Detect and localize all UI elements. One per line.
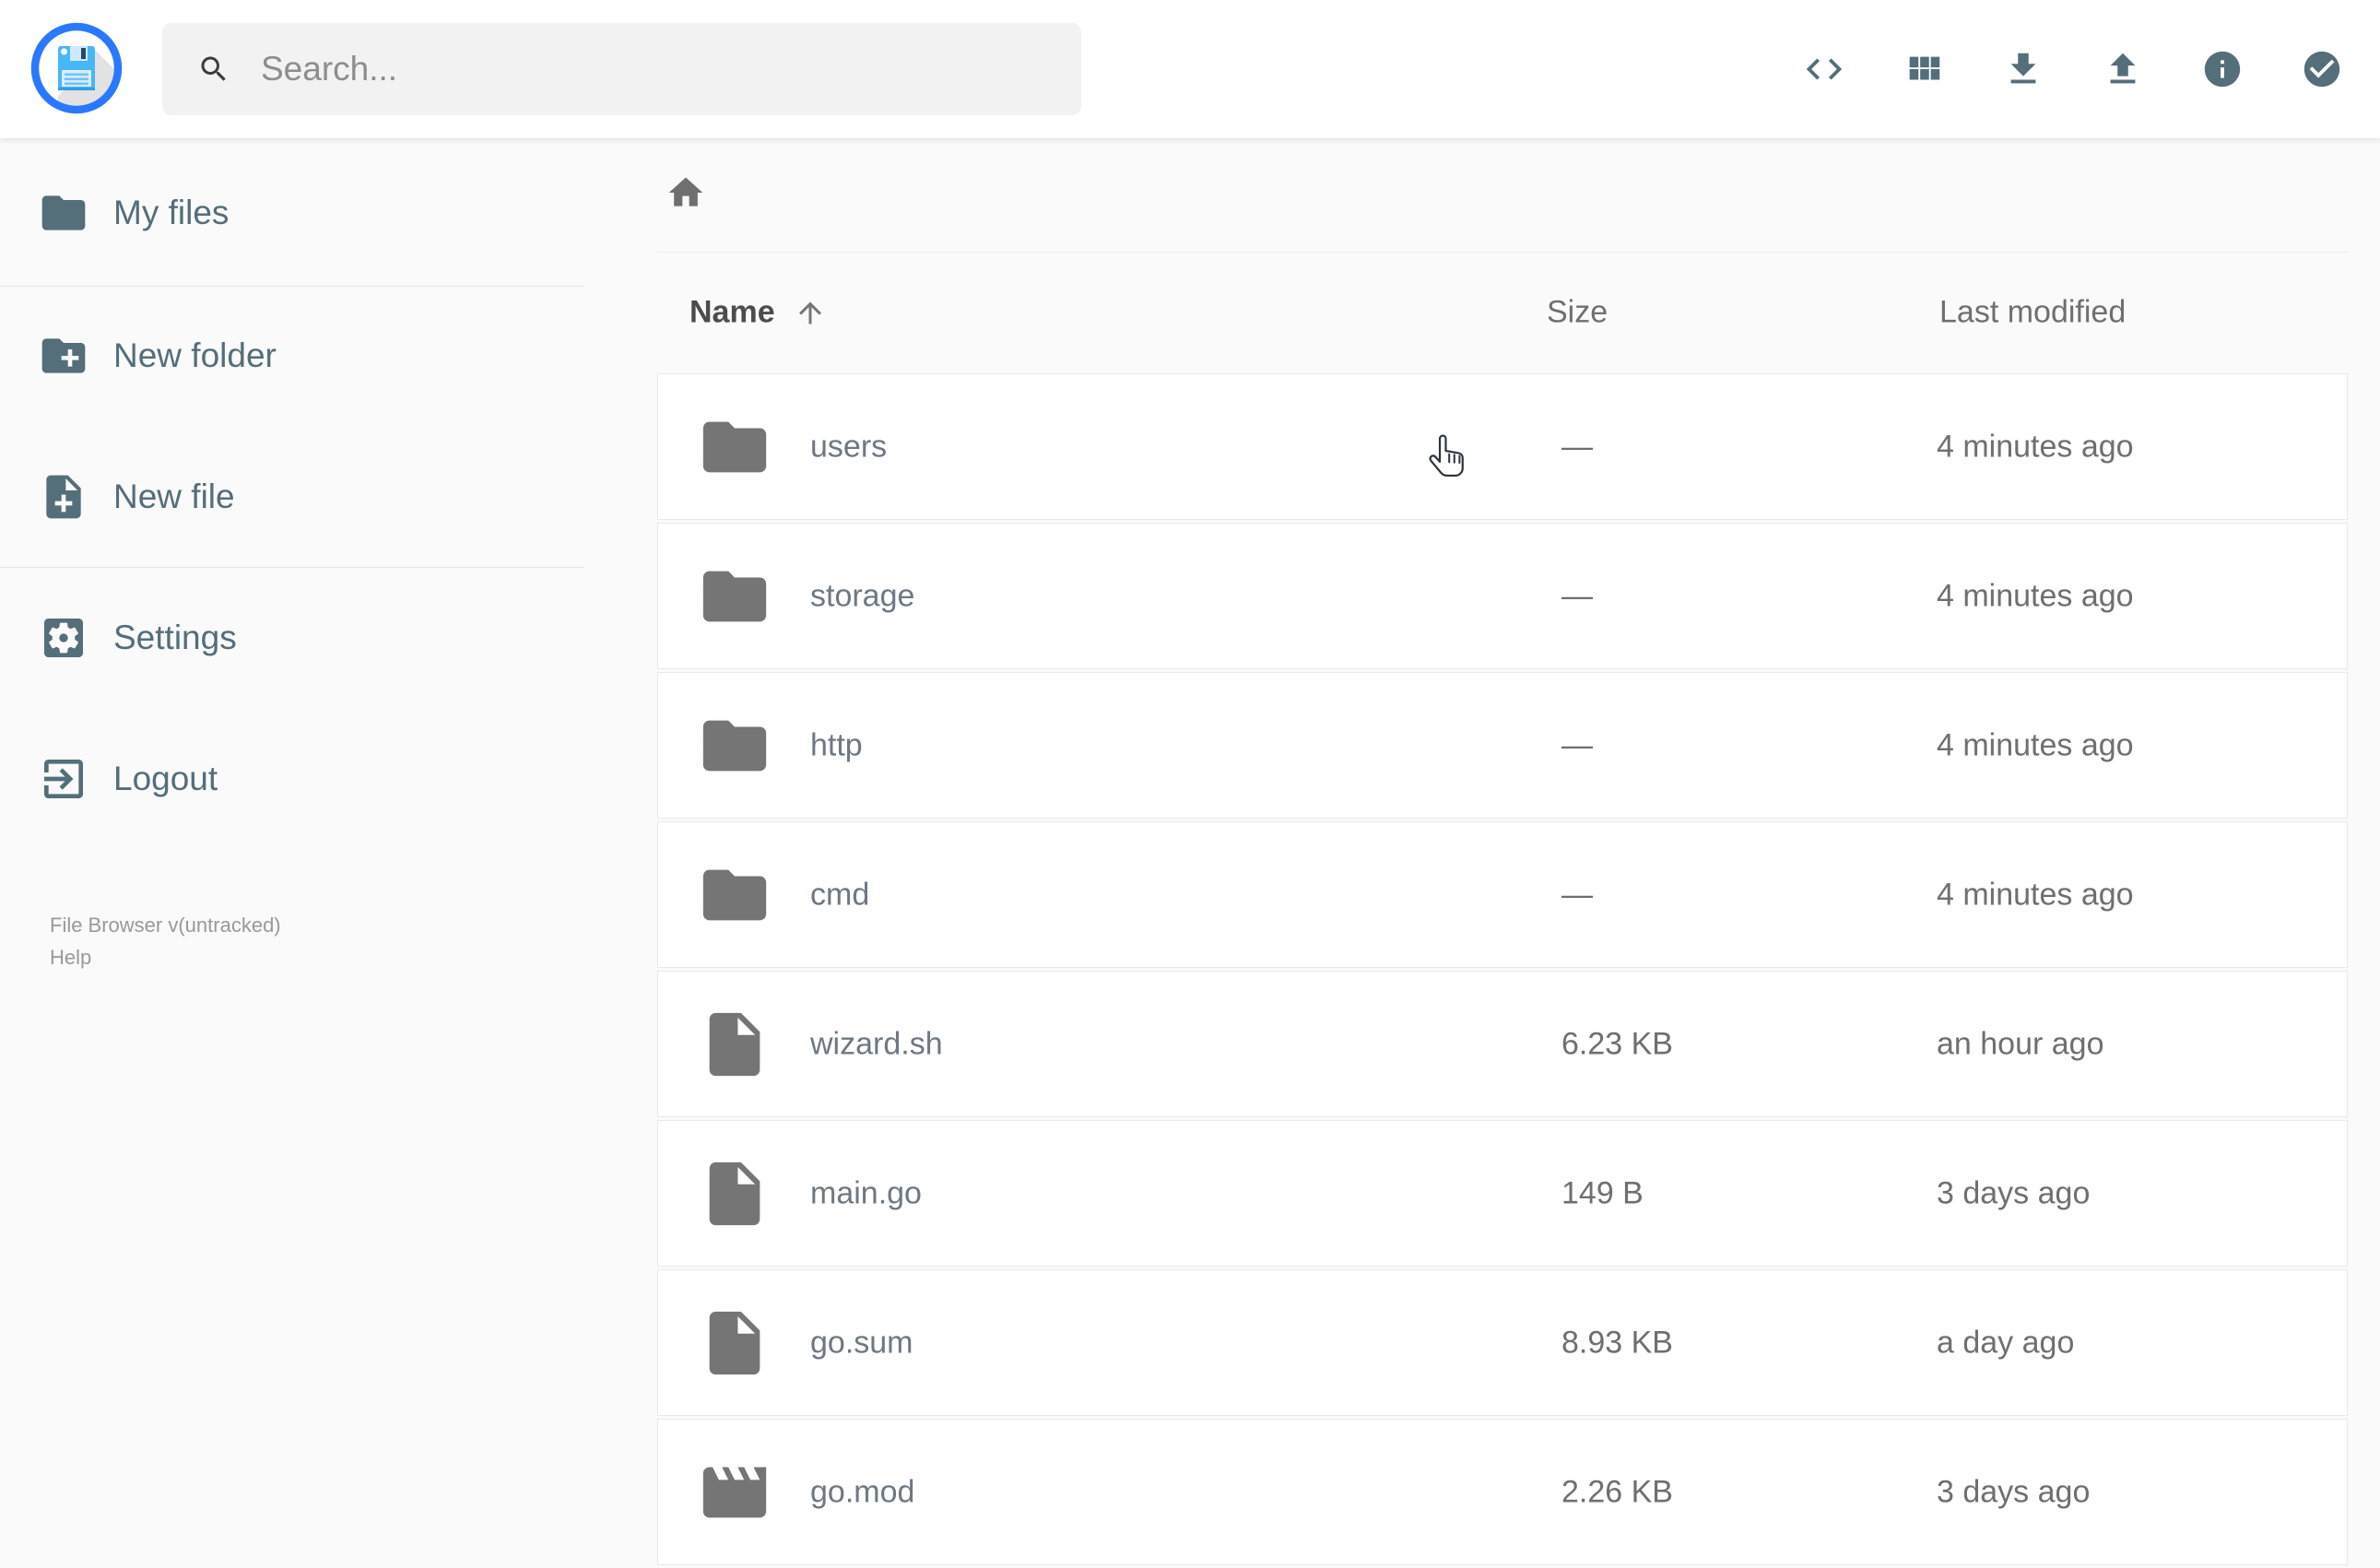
file-size: 2.26 KB bbox=[1561, 1474, 1673, 1509]
folder-icon bbox=[697, 708, 772, 784]
help-link[interactable]: Help bbox=[50, 941, 281, 973]
file-modified: a day ago bbox=[1937, 1325, 2075, 1360]
breadcrumb[interactable] bbox=[666, 172, 706, 213]
folder-icon bbox=[697, 857, 772, 933]
file-row[interactable]: go.sum 8.93 KB a day ago bbox=[657, 1269, 2348, 1416]
search-bar bbox=[162, 23, 1081, 115]
file-size: — bbox=[1561, 429, 1593, 464]
file-modified: 4 minutes ago bbox=[1937, 877, 2134, 912]
file-name: go.mod bbox=[810, 1474, 915, 1509]
file-name: main.go bbox=[810, 1175, 922, 1210]
app-logo[interactable] bbox=[30, 22, 123, 114]
version-link[interactable]: File Browser v(untracked) bbox=[50, 909, 281, 941]
sidebar-item-label: Settings bbox=[113, 619, 237, 656]
file-row[interactable]: go.mod 2.26 KB 3 days ago bbox=[657, 1419, 2348, 1565]
file-row[interactable]: http — 4 minutes ago bbox=[657, 672, 2348, 819]
folder-icon bbox=[697, 409, 772, 485]
sidebar-item-label: My files bbox=[113, 194, 230, 231]
settings-icon bbox=[38, 612, 89, 664]
file-name: cmd bbox=[810, 877, 870, 912]
home-icon bbox=[666, 172, 706, 213]
file-modified: 4 minutes ago bbox=[1937, 727, 2134, 762]
code-icon[interactable] bbox=[1803, 48, 1845, 90]
floppy-logo-icon bbox=[30, 22, 123, 114]
file-name: go.sum bbox=[810, 1325, 913, 1360]
sort-by-modified-header[interactable]: Last modified bbox=[1939, 295, 2126, 331]
file-row[interactable]: main.go 149 B 3 days ago bbox=[657, 1120, 2348, 1267]
file-name: users bbox=[810, 429, 888, 464]
new-file-icon bbox=[38, 471, 89, 523]
view-module-icon[interactable] bbox=[1903, 48, 1945, 90]
file-row[interactable]: users — 4 minutes ago bbox=[657, 373, 2348, 520]
logout-icon bbox=[38, 753, 89, 805]
name-column-label: Name bbox=[689, 294, 775, 330]
sidebar-credits: File Browser v(untracked) Help bbox=[50, 909, 281, 973]
file-row[interactable]: storage — 4 minutes ago bbox=[657, 523, 2348, 669]
file-modified: 4 minutes ago bbox=[1937, 578, 2134, 613]
sidebar-item-label: New folder bbox=[113, 336, 277, 374]
info-icon[interactable] bbox=[2201, 48, 2244, 90]
file-size: — bbox=[1561, 578, 1593, 613]
new-folder-icon bbox=[38, 330, 89, 382]
file-modified: 3 days ago bbox=[1937, 1175, 2091, 1210]
file-size: — bbox=[1561, 877, 1593, 912]
sidebar-item-new-folder[interactable]: New folder bbox=[0, 314, 584, 397]
folder-icon bbox=[38, 187, 89, 239]
sidebar-item-settings[interactable]: Settings bbox=[0, 596, 584, 679]
top-bar bbox=[0, 0, 2380, 138]
search-input[interactable] bbox=[162, 23, 1081, 115]
file-modified: 4 minutes ago bbox=[1937, 429, 2134, 464]
file-row[interactable]: wizard.sh 6.23 KB an hour ago bbox=[657, 971, 2348, 1117]
file-name: http bbox=[810, 727, 863, 762]
file-name: storage bbox=[810, 578, 915, 613]
sidebar: My files New folder New file Settings Lo… bbox=[0, 138, 584, 1530]
file-rows: users — 4 minutes ago storage — 4 minute… bbox=[657, 373, 2348, 1568]
select-multiple-icon[interactable] bbox=[2301, 48, 2343, 90]
folder-icon bbox=[697, 559, 772, 634]
file-modified: an hour ago bbox=[1937, 1026, 2104, 1061]
download-icon[interactable] bbox=[2002, 48, 2044, 90]
modified-column-label: Last modified bbox=[1939, 294, 2127, 330]
sort-by-name-header[interactable]: Name bbox=[689, 295, 827, 331]
movie-icon bbox=[697, 1455, 772, 1530]
file-icon bbox=[697, 1156, 772, 1232]
sidebar-item-label: New file bbox=[113, 477, 235, 515]
column-headers: Name Size Last modified bbox=[657, 252, 2348, 373]
sidebar-divider bbox=[0, 286, 584, 287]
sidebar-item-my-files[interactable]: My files bbox=[0, 171, 584, 254]
file-icon bbox=[697, 1305, 772, 1381]
sort-ascending-icon bbox=[794, 296, 827, 329]
size-column-label: Size bbox=[1547, 294, 1608, 330]
file-size: 8.93 KB bbox=[1561, 1325, 1673, 1360]
file-row[interactable]: cmd — 4 minutes ago bbox=[657, 821, 2348, 968]
upload-icon[interactable] bbox=[2102, 48, 2144, 90]
file-modified: 3 days ago bbox=[1937, 1474, 2091, 1509]
sidebar-divider bbox=[0, 567, 584, 568]
header-toolbar bbox=[1803, 0, 2343, 138]
sidebar-item-new-file[interactable]: New file bbox=[0, 455, 584, 538]
file-listing: Name Size Last modified users — 4 minute… bbox=[657, 138, 2348, 1565]
file-icon bbox=[697, 1007, 772, 1082]
file-name: wizard.sh bbox=[810, 1026, 943, 1061]
sidebar-item-label: Logout bbox=[113, 760, 218, 797]
file-size: 149 B bbox=[1561, 1175, 1644, 1210]
file-size: 6.23 KB bbox=[1561, 1026, 1673, 1061]
sidebar-item-logout[interactable]: Logout bbox=[0, 737, 584, 820]
file-size: — bbox=[1561, 727, 1593, 762]
sort-by-size-header[interactable]: Size bbox=[1547, 295, 1608, 331]
